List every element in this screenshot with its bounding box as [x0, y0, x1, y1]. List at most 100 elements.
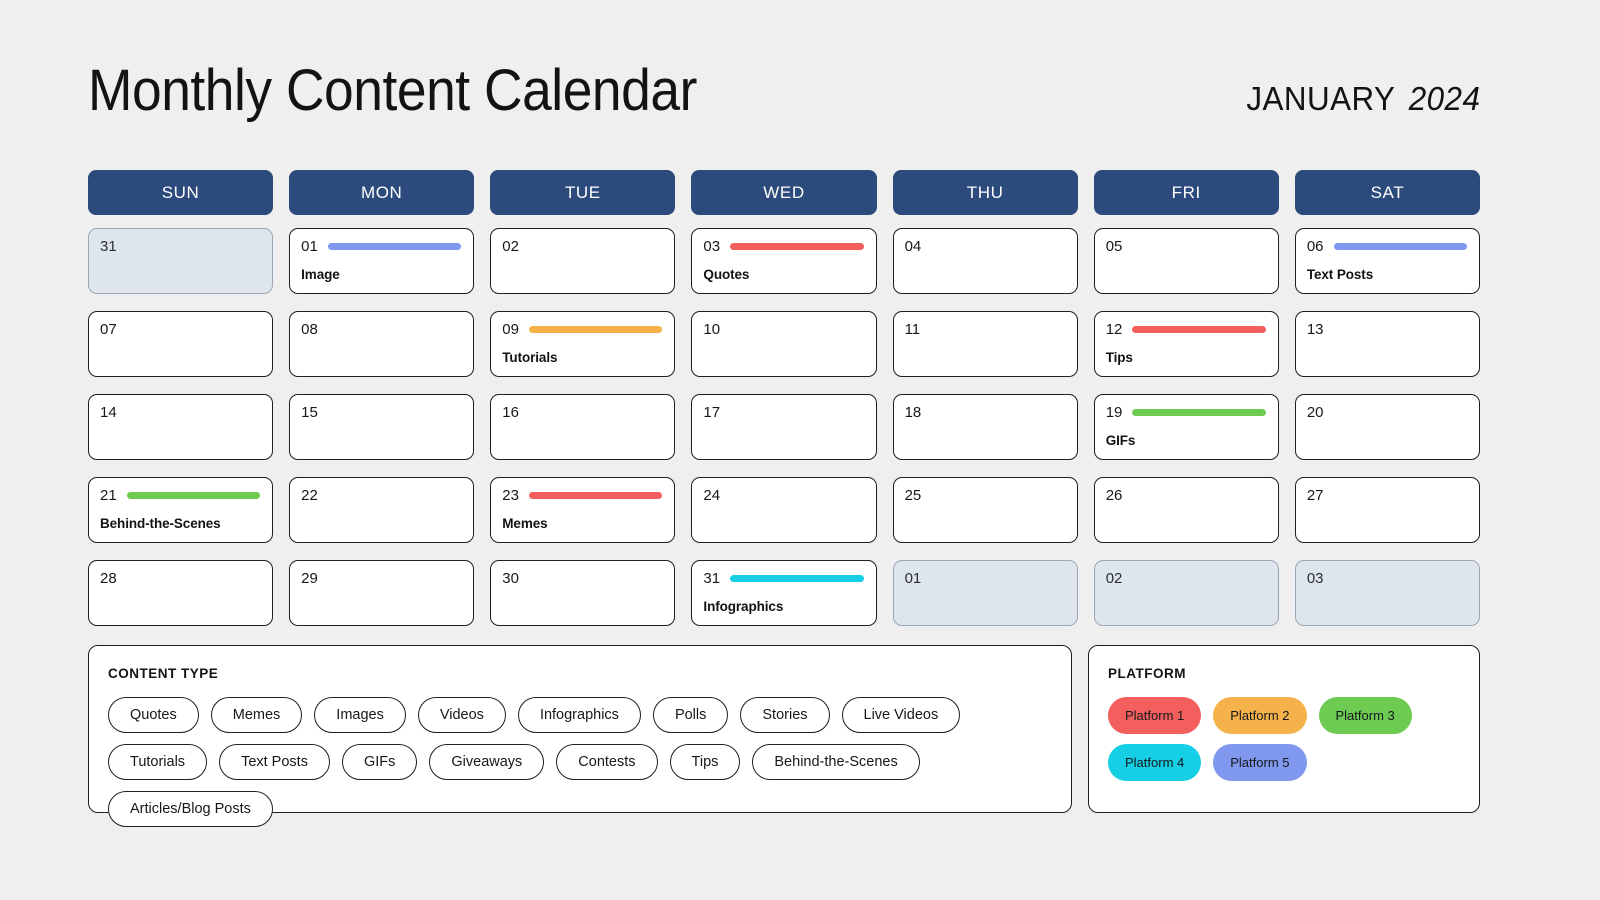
day-number: 03: [703, 238, 721, 255]
platform-pill[interactable]: Platform 1: [1108, 697, 1202, 734]
content-type-chip[interactable]: Stories: [740, 697, 830, 733]
calendar-cell[interactable]: 07: [88, 311, 274, 377]
event-label: Quotes: [703, 267, 750, 282]
calendar-cell[interactable]: 03 Quotes: [691, 228, 877, 294]
calendar-cell[interactable]: 17: [691, 394, 877, 460]
day-number: 24: [703, 487, 721, 504]
calendar-cell[interactable]: 09 Tutorials: [490, 311, 676, 377]
calendar-cell[interactable]: 24: [691, 477, 877, 543]
calendar-cell-adjacent-month[interactable]: 31: [88, 228, 274, 294]
content-type-chip[interactable]: Infographics: [517, 697, 641, 733]
day-number: 26: [1105, 487, 1123, 504]
platform-pill[interactable]: Platform 4: [1108, 744, 1202, 781]
event-label: Memes: [502, 516, 548, 531]
weekday-header-thu: THU: [892, 170, 1078, 215]
event-color-bar: [528, 326, 663, 333]
weekday-header-sat: SAT: [1294, 170, 1480, 215]
calendar-cell[interactable]: 19 GIFs: [1093, 394, 1279, 460]
calendar-cell[interactable]: 25: [892, 477, 1078, 543]
calendar-cell-header: 26: [1106, 487, 1267, 504]
content-type-chip[interactable]: Text Posts: [219, 744, 330, 780]
calendar-cell[interactable]: 22: [289, 477, 475, 543]
calendar-cell-adjacent-month[interactable]: 03: [1294, 560, 1480, 626]
content-type-chip-list: Quotes Memes Images Videos Infographics Polls…: [108, 697, 1052, 827]
content-type-chip[interactable]: GIFs: [341, 744, 418, 780]
day-number: 25: [904, 487, 922, 504]
content-type-chip[interactable]: Tips: [669, 744, 741, 780]
content-type-chip[interactable]: Articles/Blog Posts: [108, 791, 273, 827]
calendar-cell[interactable]: 05: [1093, 228, 1279, 294]
calendar-cell[interactable]: 01 Image: [289, 228, 475, 294]
content-type-chip[interactable]: Polls: [652, 697, 729, 733]
content-type-chip[interactable]: Quotes: [108, 697, 199, 733]
calendar-cell[interactable]: 30: [490, 560, 676, 626]
platform-pill-list: Platform 1 Platform 2 Platform 3 Platform 4…: [1108, 697, 1438, 781]
calendar-cell[interactable]: 02: [490, 228, 676, 294]
calendar-cell-header: 15: [301, 404, 462, 421]
event-color-bar: [1132, 409, 1266, 416]
calendar-cell-header: 02: [502, 238, 663, 255]
calendar-cell-header: 31: [703, 570, 864, 587]
content-type-legend-panel: CONTENT TYPE Quotes Memes Images Videos Info…: [88, 645, 1072, 827]
calendar-cell[interactable]: 18: [892, 394, 1078, 460]
calendar-cell[interactable]: 21 Behind-the-Scenes: [88, 477, 274, 543]
platform-legend-title: PLATFORM: [1108, 666, 1186, 681]
content-type-chip[interactable]: Behind-the-Scenes: [752, 744, 920, 780]
calendar-cell-header: 01: [905, 570, 1066, 587]
day-number: 01: [301, 238, 318, 255]
day-number: 27: [1306, 487, 1324, 504]
day-number: 13: [1306, 321, 1324, 338]
calendar-cell-header: 17: [703, 404, 864, 421]
calendar-cell-header: 08: [301, 321, 462, 338]
calendar-cell[interactable]: 16: [490, 394, 676, 460]
weekday-header-wed: WED: [691, 170, 877, 215]
content-type-chip[interactable]: Giveaways: [429, 744, 545, 780]
calendar-cell[interactable]: 10: [691, 311, 877, 377]
calendar-cell-header: 25: [905, 487, 1066, 504]
calendar-cell[interactable]: 27: [1294, 477, 1480, 543]
day-number: 19: [1105, 404, 1123, 421]
content-type-chip[interactable]: Tutorials: [108, 744, 208, 780]
content-type-chip[interactable]: Memes: [210, 697, 303, 733]
calendar-cell[interactable]: 26: [1093, 477, 1279, 543]
calendar-cell[interactable]: 15: [289, 394, 475, 460]
event-label: Text Posts: [1306, 267, 1374, 282]
weekday-header-mon: MON: [289, 170, 475, 215]
day-number: 14: [100, 404, 117, 421]
day-number: 29: [301, 570, 318, 587]
content-type-chip[interactable]: Images: [314, 697, 406, 733]
day-number: 09: [502, 321, 519, 338]
calendar-cell-header: 09: [502, 321, 663, 338]
calendar-cell[interactable]: 28: [88, 560, 274, 626]
content-type-chip[interactable]: Contests: [556, 744, 658, 780]
calendar-cell[interactable]: 08: [289, 311, 475, 377]
calendar-cell-header: 23: [502, 487, 663, 504]
calendar-cell-header: 11: [905, 321, 1066, 338]
calendar-cell[interactable]: 20: [1294, 394, 1480, 460]
day-number: 28: [100, 570, 117, 587]
calendar-cell[interactable]: 12 Tips: [1093, 311, 1279, 377]
day-number: 31: [100, 238, 117, 255]
content-type-chip[interactable]: Videos: [417, 697, 506, 733]
day-number: 07: [100, 321, 117, 338]
platform-pill[interactable]: Platform 5: [1213, 744, 1307, 781]
event-label: Tips: [1105, 350, 1133, 365]
day-number: 05: [1105, 238, 1123, 255]
calendar-cell[interactable]: 14: [88, 394, 274, 460]
platform-pill[interactable]: Platform 3: [1318, 697, 1412, 734]
calendar-cell[interactable]: 04: [892, 228, 1078, 294]
calendar-cell[interactable]: 11: [892, 311, 1078, 377]
calendar-cell[interactable]: 06 Text Posts: [1294, 228, 1480, 294]
content-type-chip[interactable]: Live Videos: [841, 697, 961, 733]
calendar-cell-adjacent-month[interactable]: 02: [1093, 560, 1279, 626]
calendar-cell-adjacent-month[interactable]: 01: [892, 560, 1078, 626]
calendar-cell[interactable]: 29: [289, 560, 475, 626]
calendar-cell[interactable]: 31 Infographics: [691, 560, 877, 626]
event-label: Behind-the-Scenes: [100, 516, 221, 531]
weekday-header-fri: FRI: [1093, 170, 1279, 215]
calendar-cell[interactable]: 13: [1294, 311, 1480, 377]
calendar-cell-header: 30: [502, 570, 663, 587]
calendar-cell[interactable]: 23 Memes: [490, 477, 676, 543]
platform-pill[interactable]: Platform 2: [1213, 697, 1307, 734]
calendar-cell-header: 05: [1106, 238, 1267, 255]
